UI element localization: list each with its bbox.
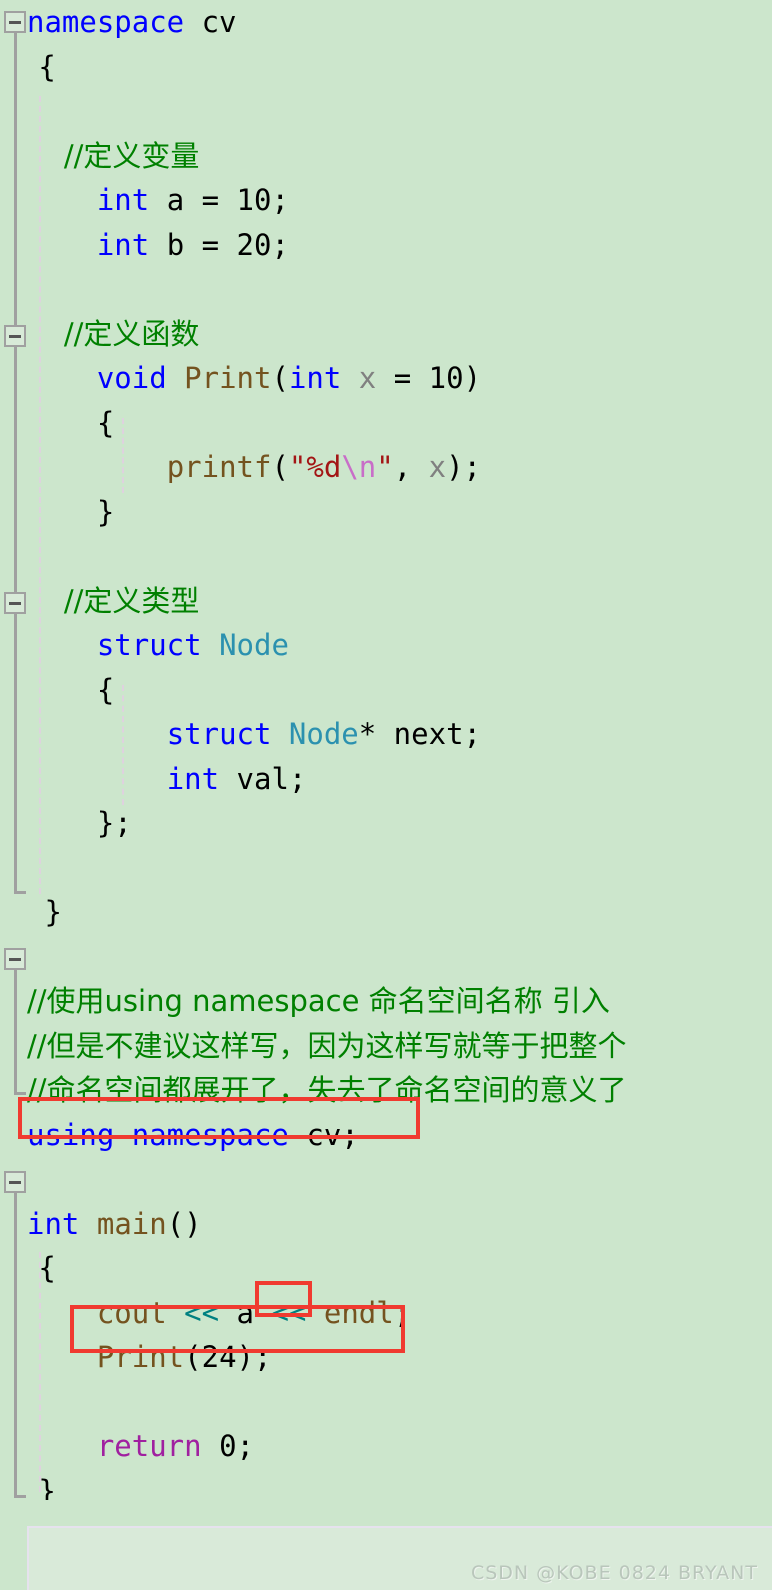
code-token: \n: [341, 450, 377, 484]
code-token: {: [27, 405, 115, 440]
code-line[interactable]: {: [27, 668, 114, 713]
code-token: x: [358, 361, 377, 395]
code-token: a = 10;: [149, 183, 289, 217]
code-token: int: [166, 761, 220, 796]
code-line[interactable]: //定义变量: [27, 134, 200, 179]
code-token: {: [38, 49, 56, 84]
code-token: x: [428, 450, 447, 484]
code-line[interactable]: {: [38, 1246, 55, 1291]
bottom-panel: CSDN @KOBE 0824 BRYANT: [0, 1500, 772, 1590]
code-line[interactable]: printf("%d\n", x);: [27, 445, 481, 490]
code-line[interactable]: struct Node: [27, 623, 289, 668]
code-token: //定义函数: [27, 316, 200, 351]
code-token: void: [96, 361, 167, 395]
code-line[interactable]: int val;: [27, 757, 307, 802]
code-token: //但是不建议这样写，因为这样写就等于把整个: [27, 1028, 627, 1063]
code-token: int: [27, 1206, 80, 1241]
outline-vertical-line: [14, 1193, 17, 1495]
code-editor-surface[interactable]: namespace cv { //定义变量 int a = 10; int b =…: [0, 0, 772, 1508]
outline-vertical-line: [14, 33, 17, 891]
code-token: Node: [219, 628, 289, 662]
code-token: struct: [166, 717, 272, 751]
code-token: Node: [288, 717, 359, 751]
code-line[interactable]: }: [27, 490, 114, 535]
code-token: //定义类型: [27, 583, 200, 618]
code-token: Print: [184, 361, 272, 395]
code-token: int: [96, 183, 150, 217]
code-line[interactable]: struct Node* next;: [27, 712, 481, 757]
outline-vertical-line: [14, 970, 17, 1092]
code-token: {: [27, 672, 115, 707]
screenshot-root: namespace cv { //定义变量 int a = 10; int b =…: [0, 0, 772, 1590]
code-line[interactable]: //但是不建议这样写，因为这样写就等于把整个: [27, 1024, 627, 1069]
code-line[interactable]: int a = 10;: [27, 178, 289, 223]
code-token: int: [96, 227, 150, 262]
code-token: 0;: [201, 1429, 254, 1463]
code-line[interactable]: {: [38, 45, 55, 90]
code-token: }: [27, 895, 62, 929]
code-line[interactable]: int main(): [27, 1202, 202, 1247]
code-line[interactable]: }: [27, 890, 62, 935]
bottom-panel-inner: CSDN @KOBE 0824 BRYANT: [27, 1526, 772, 1590]
code-line[interactable]: };: [27, 801, 132, 846]
code-line[interactable]: //使用using namespace 命名空间名称 引入: [27, 979, 610, 1024]
code-token: main: [96, 1206, 167, 1241]
code-token: //使用using namespace 命名空间名称 引入: [27, 984, 610, 1018]
code-token: cv: [184, 5, 237, 39]
outline-toggle-struct[interactable]: [4, 592, 26, 614]
code-token: = 10): [376, 361, 482, 395]
code-line[interactable]: int b = 20;: [27, 223, 289, 268]
code-token: {: [38, 1251, 56, 1285]
code-token: ,: [393, 450, 429, 484]
code-token: val;: [219, 761, 307, 796]
red-box-print-call: [70, 1305, 405, 1353]
outline-toggle-main[interactable]: [4, 1171, 26, 1193]
code-token: ": [376, 450, 394, 484]
code-token: };: [27, 806, 132, 840]
code-token: (: [271, 361, 289, 395]
code-token: }: [27, 494, 115, 529]
outline-toggle-print[interactable]: [4, 325, 26, 347]
code-line[interactable]: void Print(int x = 10): [27, 356, 481, 401]
code-token: (): [166, 1206, 202, 1241]
code-token: struct: [96, 628, 202, 662]
code-line[interactable]: //定义类型: [27, 579, 200, 624]
code-token: "%d: [288, 450, 342, 484]
code-token: (: [271, 450, 289, 484]
code-token: //定义变量: [27, 138, 200, 173]
red-box-using-namespace: [18, 1097, 420, 1139]
code-token: return: [96, 1429, 202, 1463]
code-token: int: [288, 361, 342, 395]
outline-toggle-comment[interactable]: [4, 948, 26, 970]
outline-end-tick: [14, 891, 26, 894]
code-token: );: [446, 450, 482, 484]
code-token: * next;: [358, 717, 481, 751]
code-line[interactable]: {: [27, 401, 114, 446]
code-token: printf: [166, 450, 272, 484]
outline-toggle-namespace[interactable]: [4, 11, 26, 33]
code-line[interactable]: namespace cv: [27, 0, 237, 45]
csdn-watermark: CSDN @KOBE 0824 BRYANT: [470, 1562, 758, 1584]
code-line[interactable]: //定义函数: [27, 312, 200, 357]
outline-end-tick: [14, 1495, 26, 1498]
code-token: namespace: [27, 5, 185, 39]
code-line[interactable]: return 0;: [27, 1424, 254, 1469]
code-token: b = 20;: [149, 227, 289, 262]
outline-end-tick: [14, 1092, 26, 1095]
